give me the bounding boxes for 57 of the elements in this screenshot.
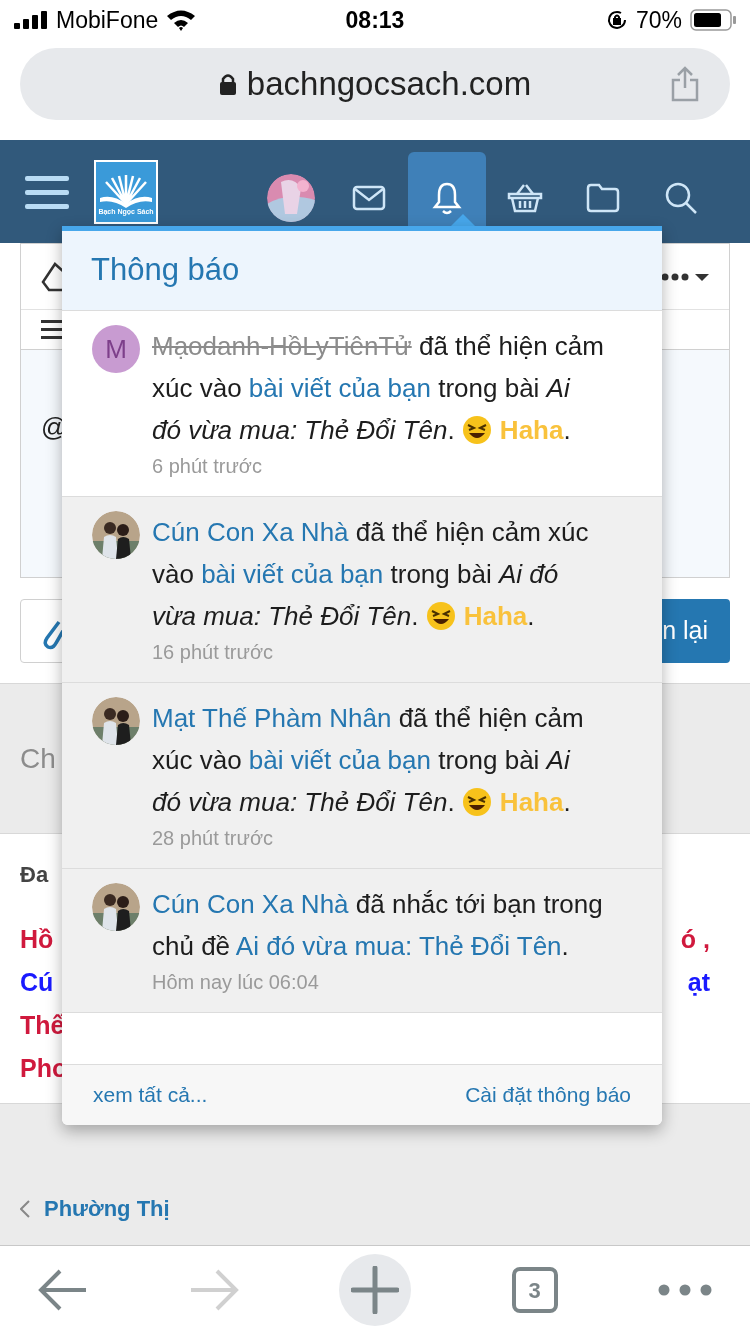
member-link[interactable]: ạt	[687, 963, 710, 1002]
notification-text: Mạt Thế Phàm Nhân đã thể hiện cảm xúc vào bài viết của bạn trong bài Ai đó vừa mua: Thẻ Đổi Tên. Haha.	[152, 702, 585, 819]
user-avatar[interactable]: M	[92, 325, 140, 373]
section-text: Ch	[20, 741, 56, 776]
search-icon[interactable]	[664, 180, 698, 215]
clock-time: 08:13	[345, 5, 405, 35]
section-heading: Đa	[20, 861, 49, 889]
mail-icon[interactable]	[352, 184, 386, 211]
lock-icon	[218, 73, 237, 95]
signal-icon	[14, 11, 48, 29]
folder-icon[interactable]	[585, 182, 621, 213]
post-link[interactable]: bài viết của bạn	[248, 373, 431, 403]
post-link[interactable]: Ai đó vừa mua: Thẻ Đổi Tên	[235, 931, 562, 961]
notification-time: 28 phút trước	[152, 826, 274, 851]
user-link[interactable]: Cún Con Xa Nhà	[152, 889, 349, 919]
notification-text: Cún Con Xa Nhà đã nhắc tới bạn trong chủ đề Ai đó vừa mua: Thẻ Đổi Tên.	[152, 888, 604, 963]
address-bar[interactable]: bachngocsach.com	[20, 48, 730, 120]
wifi-icon	[166, 9, 197, 31]
member-link[interactable]: Thế	[20, 1006, 65, 1045]
panel-title: Thông báo	[91, 251, 240, 290]
notification-item[interactable]: Mạt Thế Phàm Nhân đã thể hiện cảm xúc vào bài viết của bạn trong bài Ai đó vừa mua: Thẻ Đổi Tên. Haha. 28 phút trước	[62, 683, 662, 869]
user-link[interactable]: Mạodanh-HồLyTiênTử	[152, 331, 412, 361]
menu-icon[interactable]	[25, 173, 69, 210]
laughing-emoji-icon	[461, 415, 492, 445]
plus-icon	[351, 1266, 399, 1314]
notification-time: 16 phút trước	[152, 640, 274, 665]
notification-text: Cún Con Xa Nhà đã thể hiện cảm xúc vào bài viết của bạn trong bài Ai đó vừa mua: Thẻ Đổi Tên. Haha.	[152, 516, 590, 633]
rotation-lock-icon	[605, 9, 628, 31]
view-all-link[interactable]: xem tất cả...	[93, 1079, 208, 1111]
battery-icon	[690, 9, 736, 31]
post-link[interactable]: bài viết của bạn	[201, 559, 384, 589]
tab-count-button[interactable]: 3	[511, 1267, 558, 1313]
member-link[interactable]: ó ,	[680, 920, 710, 959]
battery-percent: 70%	[635, 5, 682, 35]
member-link[interactable]: Hồ	[20, 920, 54, 959]
basket-icon[interactable]	[507, 182, 543, 213]
notification-time: Hôm nay lúc 06:04	[152, 970, 320, 995]
laughing-emoji-icon	[461, 787, 492, 817]
notification-item[interactable]: M Mạodanh-HồLyTiênTử đã thể hiện cảm xúc vào bài viết của bạn trong bài Ai đó vừa mua: Thẻ Đổi Tên. Haha. 6 phút trước	[62, 311, 662, 497]
url-text: bachngocsach.com	[246, 64, 532, 105]
notification-item[interactable]: Cún Con Xa Nhà đã thể hiện cảm xúc vào bài viết của bạn trong bài Ai đó vừa mua: Thẻ Đổi Tên. Haha. 16 phút trước	[62, 497, 662, 683]
member-link[interactable]: Cú	[20, 963, 54, 1002]
carrier-name: MobiFone	[56, 5, 159, 35]
more-icon[interactable]	[658, 1284, 712, 1296]
user-link[interactable]: Cún Con Xa Nhà	[152, 517, 349, 547]
notification-settings-link[interactable]: Cài đặt thông báo	[465, 1079, 631, 1111]
breadcrumb-link[interactable]: Phường Thị	[20, 1192, 170, 1225]
user-link[interactable]: Mạt Thế Phàm Nhân	[152, 703, 392, 733]
bell-icon[interactable]	[432, 180, 462, 215]
book-icon	[100, 173, 152, 208]
chevron-left-icon	[20, 1199, 30, 1218]
laughing-emoji-icon	[425, 601, 456, 631]
notification-text: Mạodanh-HồLyTiênTử đã thể hiện cảm xúc vào bài viết của bạn trong bài Ai đó vừa mua: Thẻ Đổi Tên. Haha.	[152, 330, 604, 447]
notification-item[interactable]: Cún Con Xa Nhà đã nhắc tới bạn trong chủ đề Ai đó vừa mua: Thẻ Đổi Tên. Hôm nay lúc 06:04	[62, 869, 662, 1013]
notification-time: 6 phút trước	[152, 454, 263, 479]
post-link[interactable]: bài viết của bạn	[248, 745, 431, 775]
back-icon[interactable]	[38, 1268, 88, 1312]
